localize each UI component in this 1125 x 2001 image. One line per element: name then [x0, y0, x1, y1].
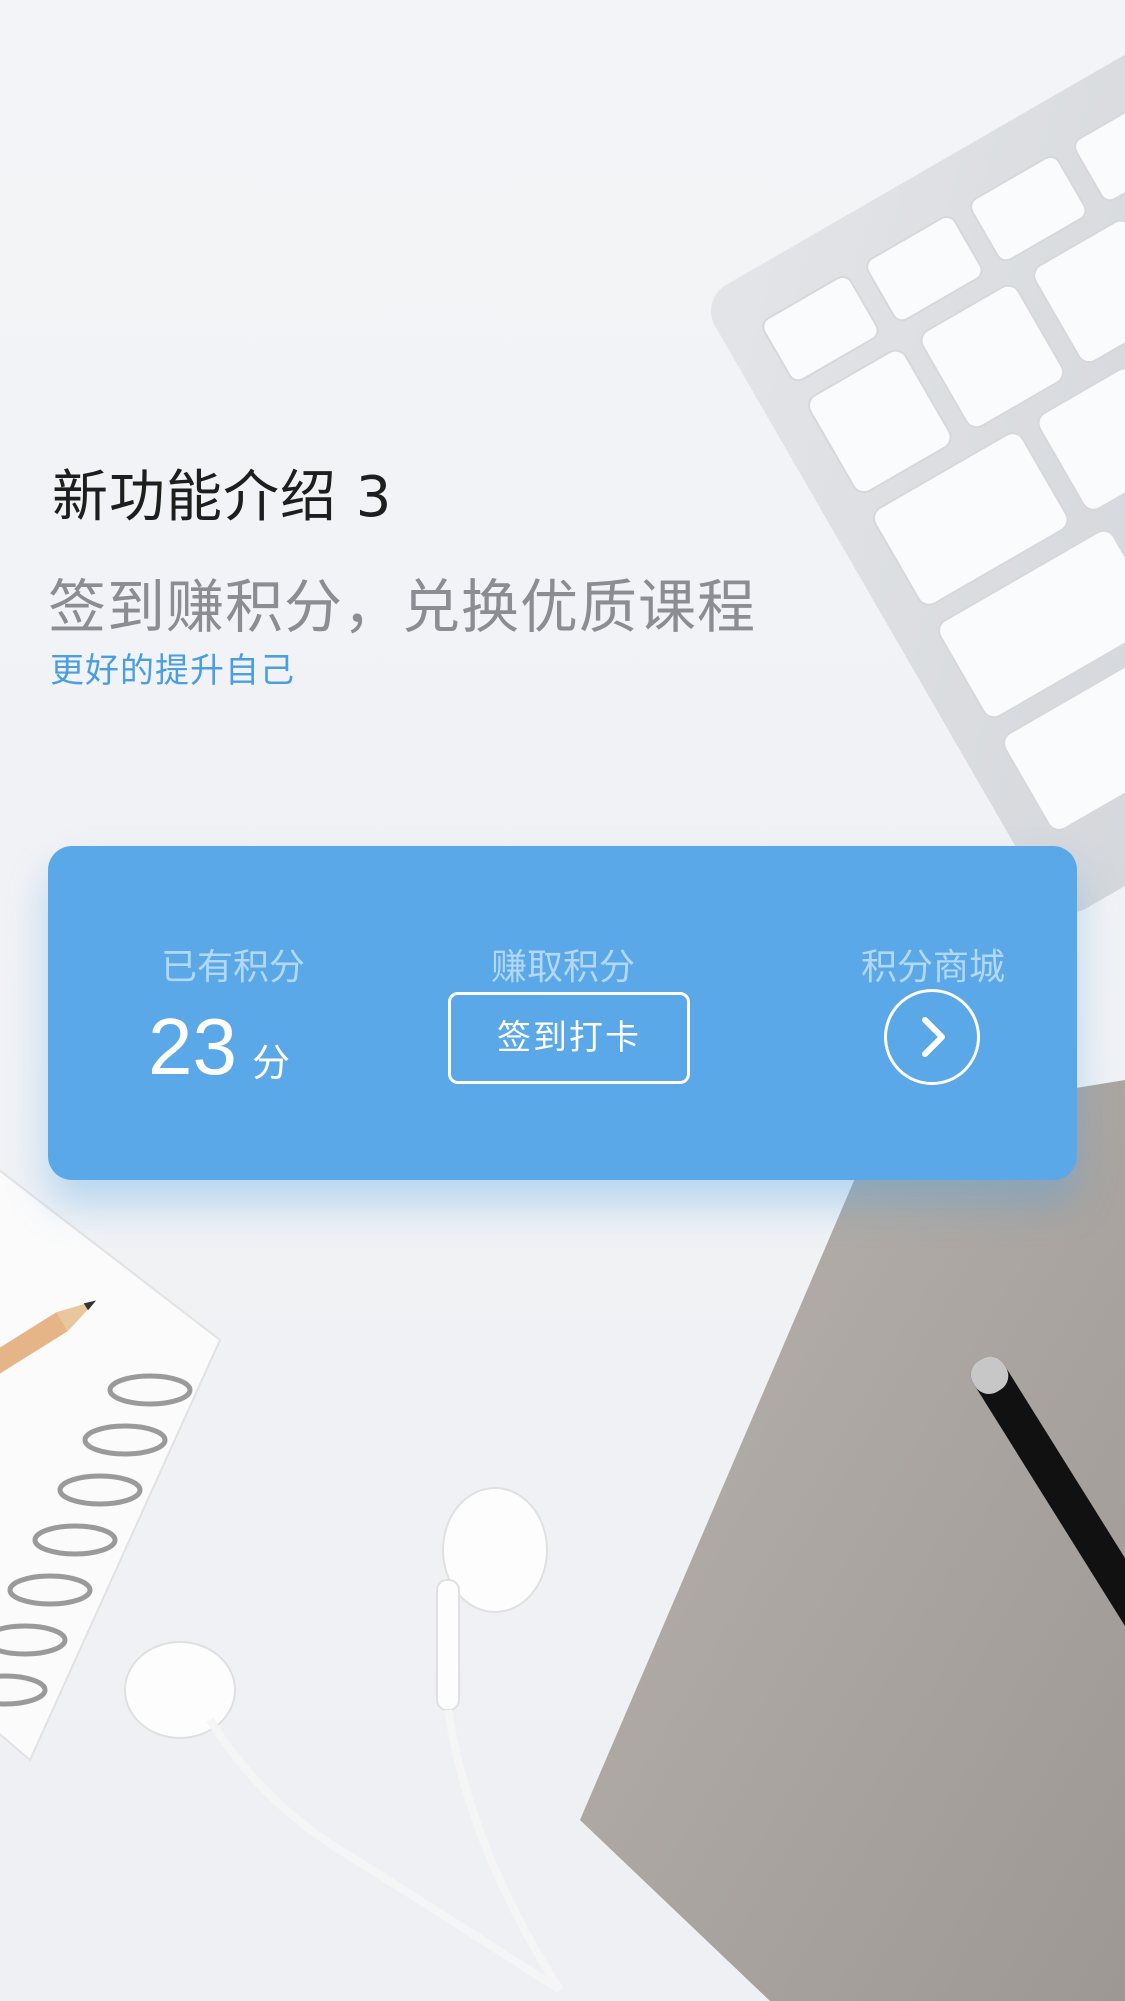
points-unit: 分 — [252, 1041, 291, 1085]
points-label: 已有积分 — [160, 947, 305, 988]
points-card: 已有积分 23 分 赚取积分 签到打卡 积分商城 — [48, 846, 1077, 1180]
intro-subtitle: 签到赚积分，兑换优质课程 — [48, 573, 757, 641]
points-mall-button[interactable] — [884, 989, 980, 1085]
chevron-right-icon — [922, 1017, 945, 1057]
points-mall-label: 积分商城 — [860, 947, 1005, 988]
points-column: 已有积分 23 分 — [108, 846, 358, 1180]
earn-points-column: 赚取积分 签到打卡 — [428, 846, 698, 1180]
points-mall-column: 积分商城 — [808, 846, 1058, 1180]
earn-points-label: 赚取积分 — [490, 947, 635, 988]
checkin-button[interactable]: 签到打卡 — [448, 992, 690, 1084]
intro-tagline: 更好的提升自己 — [50, 651, 295, 691]
page-title: 新功能介绍 3 — [52, 465, 393, 530]
points-value: 23 — [148, 1002, 237, 1091]
